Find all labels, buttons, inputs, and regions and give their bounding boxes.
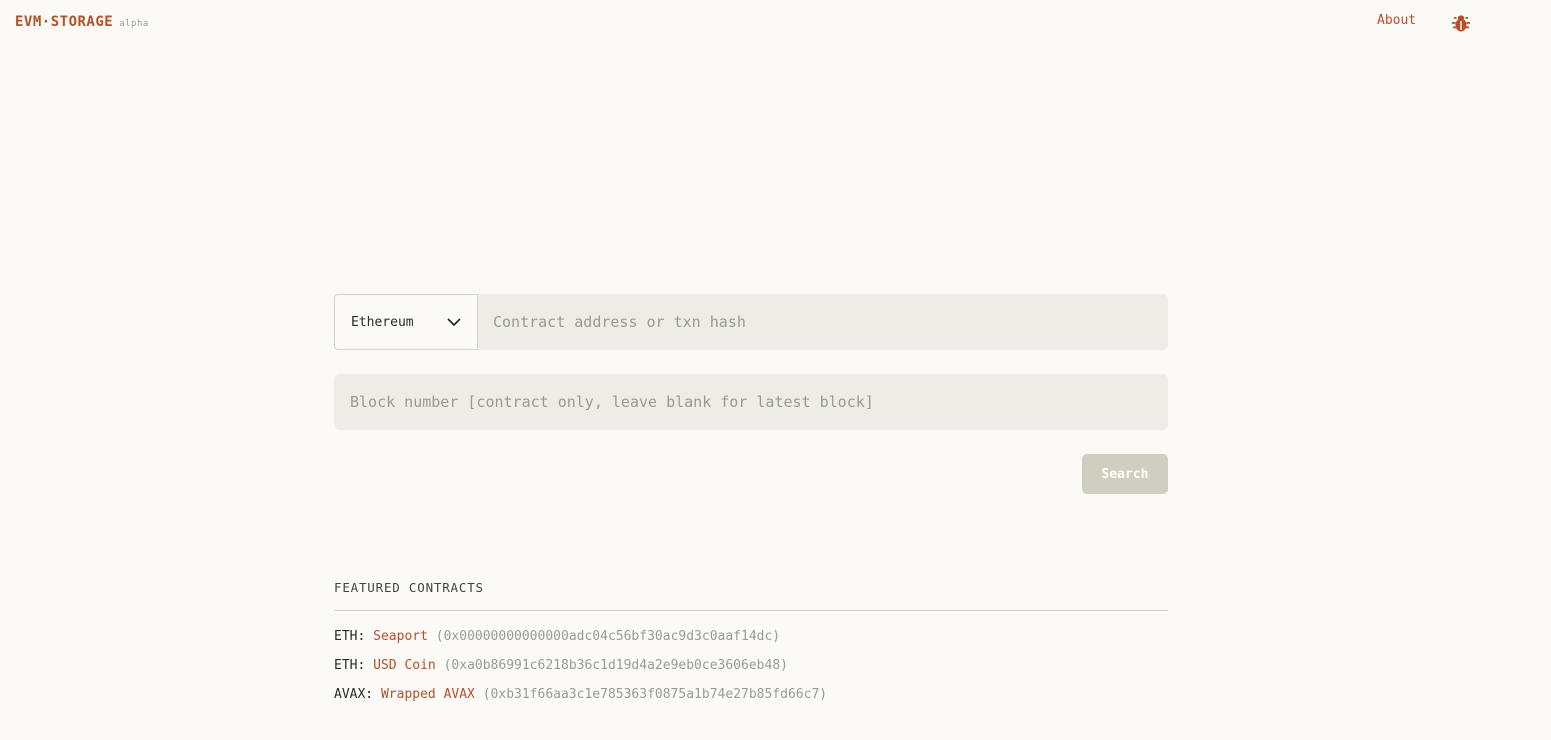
about-link[interactable]: About xyxy=(1377,13,1416,28)
address-input[interactable] xyxy=(478,294,1168,350)
contract-address: (0xa0b86991c6218b36c1d19d4a2e9eb0ce3606e… xyxy=(443,658,788,673)
chain-label: AVAX: xyxy=(334,687,374,702)
chevron-down-icon xyxy=(447,318,461,327)
logo-text: EVM·STORAGE xyxy=(15,14,114,30)
contract-address: (0xb31f66aa3c1e785363f0875a1b74e27b85fd6… xyxy=(482,687,828,702)
contract-link[interactable]: Seaport xyxy=(373,629,428,644)
search-button[interactable]: Search xyxy=(1082,454,1168,494)
bug-icon[interactable] xyxy=(1451,13,1471,33)
featured-contracts: FEATURED CONTRACTS ETH: Seaport (0x00000… xyxy=(334,580,1168,703)
search-row: Ethereum xyxy=(334,294,1168,350)
block-number-input[interactable] xyxy=(334,374,1168,430)
contract-link[interactable]: Wrapped AVAX xyxy=(381,687,475,702)
alpha-badge: alpha xyxy=(119,19,149,29)
list-item: ETH: Seaport (0x00000000000000adc04c56bf… xyxy=(334,629,1168,645)
network-select[interactable]: Ethereum xyxy=(334,294,478,350)
contract-address: (0x00000000000000adc04c56bf30ac9d3c0aaf1… xyxy=(435,629,781,644)
logo[interactable]: EVM·STORAGE alpha xyxy=(15,14,149,30)
list-item: ETH: USD Coin (0xa0b86991c6218b36c1d19d4… xyxy=(334,658,1168,674)
contract-link[interactable]: USD Coin xyxy=(373,658,436,673)
network-value: Ethereum xyxy=(351,314,414,330)
chain-label: ETH: xyxy=(334,629,366,644)
list-item: AVAX: Wrapped AVAX (0xb31f66aa3c1e785363… xyxy=(334,687,1168,703)
chain-label: ETH: xyxy=(334,658,366,673)
featured-title: FEATURED CONTRACTS xyxy=(334,580,1168,611)
